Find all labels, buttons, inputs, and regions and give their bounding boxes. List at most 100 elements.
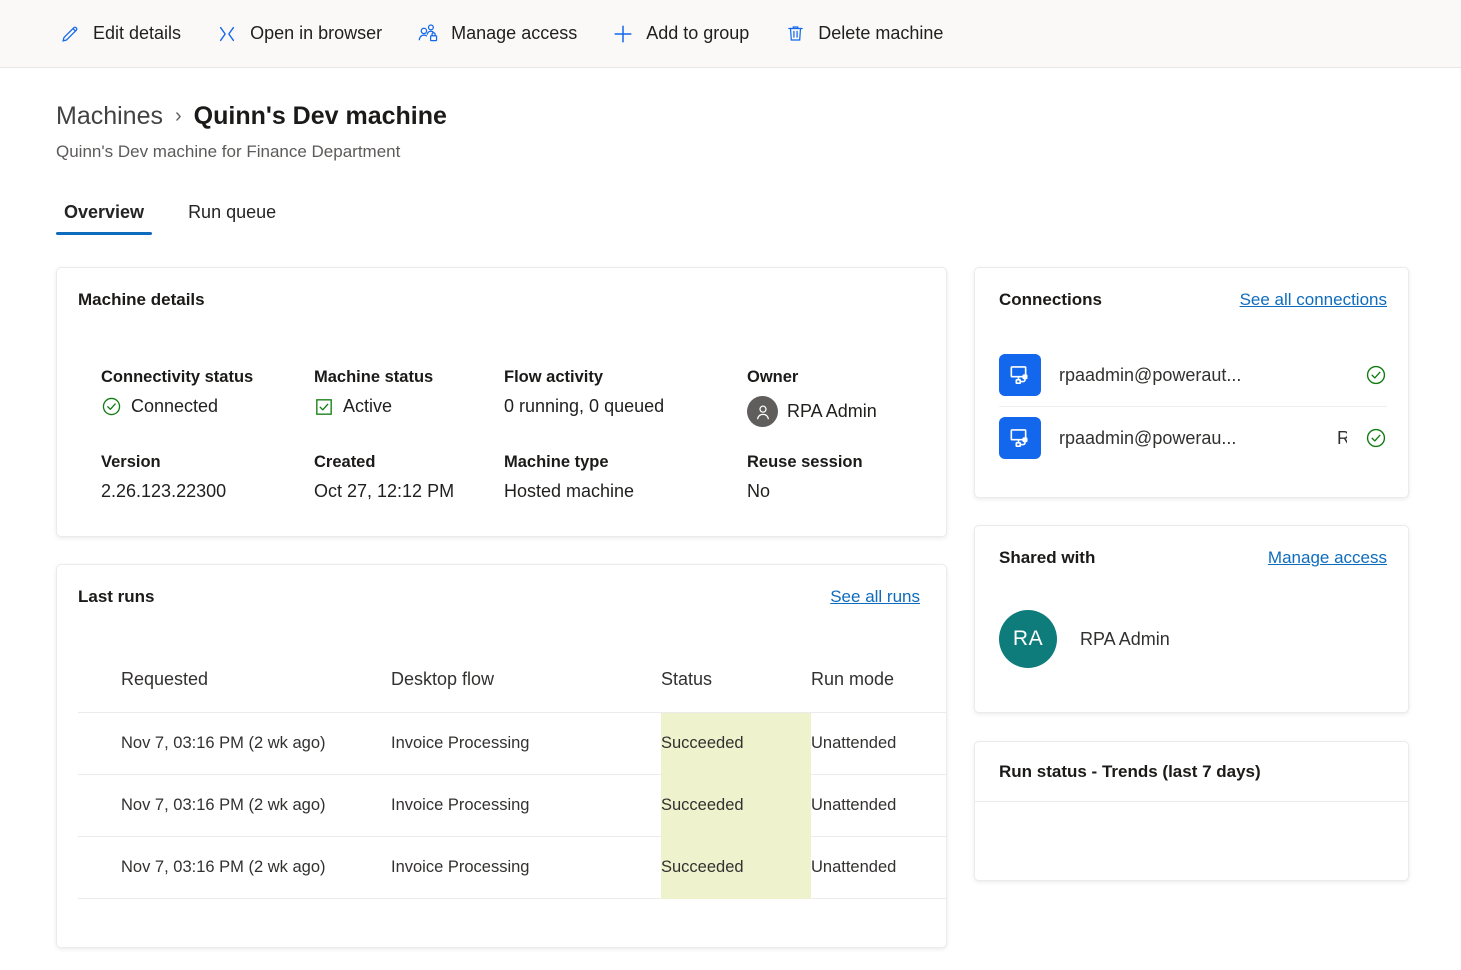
see-all-runs-link[interactable]: See all runs [830, 587, 920, 607]
cell-requested: Nov 7, 03:16 PM (2 wk ago) [78, 712, 391, 775]
detail-value: RPA Admin [787, 401, 877, 421]
trash-icon [783, 22, 807, 46]
detail-value-wrap: 0 running, 0 queued [504, 396, 747, 417]
table-row[interactable]: Nov 7, 03:16 PM (2 wk ago) Invoice Proce… [78, 836, 946, 899]
plus-icon [611, 22, 635, 46]
detail-label: Flow activity [504, 368, 604, 386]
shared-with-card: Shared with Manage access RA RPA Admin [974, 525, 1409, 713]
see-all-connections-link[interactable]: See all connections [1240, 290, 1387, 310]
person-avatar-icon [747, 396, 778, 427]
content-area: Machine details Connectivity status Conn… [56, 267, 1461, 948]
table-row[interactable]: Nov 7, 03:16 PM (2 wk ago) Invoice Proce… [78, 712, 946, 775]
detail-machine-type: Machine type Hosted machine [504, 453, 747, 502]
detail-value-wrap: 2.26.123.22300 [101, 481, 314, 502]
add-to-group-button[interactable]: Add to group [609, 12, 751, 56]
list-item[interactable]: RA RPA Admin [999, 610, 1387, 668]
detail-label: Machine status [314, 368, 434, 386]
edit-details-button[interactable]: Edit details [56, 12, 183, 56]
check-circle-icon [1365, 364, 1387, 386]
detail-value: Hosted machine [504, 481, 635, 501]
check-box-icon [314, 397, 334, 417]
detail-label: Reuse session [747, 453, 863, 471]
detail-value-wrap: Connected [101, 396, 314, 417]
column-header-status[interactable]: Status [661, 669, 811, 713]
detail-connectivity-status: Connectivity status Connected [101, 368, 314, 427]
column-header-run-mode[interactable]: Run mode [811, 669, 946, 713]
detail-value-wrap: Active [314, 396, 504, 417]
detail-value: Oct 27, 12:12 PM [314, 481, 455, 501]
cell-run-mode: Unattended [811, 712, 946, 775]
side-column: Connections See all connections rpaadmin… [974, 267, 1409, 948]
last-runs-card: Last runs See all runs Requested Desktop… [56, 564, 947, 948]
column-header-desktop-flow[interactable]: Desktop flow [391, 669, 661, 713]
page-subtitle: Quinn's Dev machine for Finance Departme… [56, 142, 401, 161]
table-row[interactable]: Nov 7, 03:16 PM (2 wk ago) Invoice Proce… [78, 774, 946, 837]
connections-title: Connections [999, 290, 1102, 309]
connection-name: rpaadmin@poweraut... [1059, 364, 1242, 385]
shared-with-header: Shared with Manage access [999, 548, 1387, 568]
list-item[interactable]: rpaadmin@poweraut... [999, 344, 1387, 406]
command-bar: Edit details Open in browser Manage acce… [0, 0, 1461, 68]
detail-value-wrap: RPA Admin [747, 396, 920, 427]
cell-status: Succeeded [661, 712, 811, 775]
detail-label: Owner [747, 368, 799, 386]
tab-run-queue-label: Run queue [188, 202, 277, 222]
detail-label: Machine type [504, 453, 609, 471]
connections-header: Connections See all connections [999, 290, 1387, 310]
list-item[interactable]: rpaadmin@powerau... R [999, 406, 1387, 469]
machine-details-card: Machine details Connectivity status Conn… [56, 267, 947, 537]
cell-status: Succeeded [661, 836, 811, 899]
last-runs-header: Last runs See all runs [78, 587, 946, 607]
open-in-browser-label: Open in browser [250, 23, 383, 43]
connections-card: Connections See all connections rpaadmin… [974, 267, 1409, 498]
tab-overview[interactable]: Overview [56, 198, 153, 235]
detail-value: Connected [131, 396, 219, 416]
machine-details-grid: Connectivity status Connected Machine st… [78, 368, 920, 502]
desktop-flow-connection-icon [999, 417, 1041, 459]
detail-value: 0 running, 0 queued [504, 396, 665, 416]
detail-created: Created Oct 27, 12:12 PM [314, 453, 504, 502]
manage-access-icon [416, 22, 440, 46]
cell-desktop-flow: Invoice Processing [391, 774, 661, 837]
detail-value: No [747, 481, 771, 501]
main-column: Machine details Connectivity status Conn… [56, 267, 947, 948]
detail-value-wrap: Oct 27, 12:12 PM [314, 481, 504, 502]
check-circle-icon [1365, 427, 1387, 449]
detail-value-wrap: No [747, 481, 920, 502]
shared-with-title: Shared with [999, 548, 1096, 567]
connection-extra-text: R [1337, 428, 1347, 449]
manage-access-label: Manage access [451, 23, 578, 43]
detail-reuse-session: Reuse session No [747, 453, 920, 502]
manage-access-button[interactable]: Manage access [414, 12, 579, 56]
detail-version: Version 2.26.123.22300 [101, 453, 314, 502]
detail-label: Connectivity status [101, 368, 254, 386]
run-status-trends-card: Run status - Trends (last 7 days) [974, 741, 1409, 881]
cell-desktop-flow: Invoice Processing [391, 836, 661, 899]
column-header-requested[interactable]: Requested [78, 669, 391, 713]
detail-owner: Owner RPA Admin [747, 368, 920, 427]
cell-run-mode: Unattended [811, 836, 946, 899]
detail-value: Active [343, 396, 393, 416]
pencil-icon [58, 22, 82, 46]
open-in-browser-button[interactable]: Open in browser [213, 12, 384, 56]
check-circle-icon [101, 396, 122, 417]
desktop-flow-connection-icon [999, 354, 1041, 396]
detail-flow-activity: Flow activity 0 running, 0 queued [504, 368, 747, 427]
detail-label: Version [101, 453, 161, 471]
connection-name: rpaadmin@powerau... [1059, 427, 1237, 448]
detail-value-wrap: Hosted machine [504, 481, 747, 502]
breadcrumb: Machines › Quinn's Dev machine [56, 102, 1461, 131]
add-to-group-label: Add to group [646, 23, 750, 43]
cell-desktop-flow: Invoice Processing [391, 712, 661, 775]
open-in-browser-icon [215, 22, 239, 46]
detail-machine-status: Machine status Active [314, 368, 504, 427]
tab-run-queue[interactable]: Run queue [180, 198, 284, 235]
page-title: Quinn's Dev machine [193, 102, 447, 130]
delete-machine-button[interactable]: Delete machine [781, 12, 945, 56]
last-runs-table: Requested Desktop flow Status Run mode N… [78, 669, 946, 899]
manage-access-link[interactable]: Manage access [1268, 548, 1387, 568]
detail-value: 2.26.123.22300 [101, 481, 227, 501]
run-status-trends-header: Run status - Trends (last 7 days) [975, 742, 1408, 802]
delete-machine-label: Delete machine [818, 23, 944, 43]
breadcrumb-parent-machines[interactable]: Machines [56, 102, 163, 131]
